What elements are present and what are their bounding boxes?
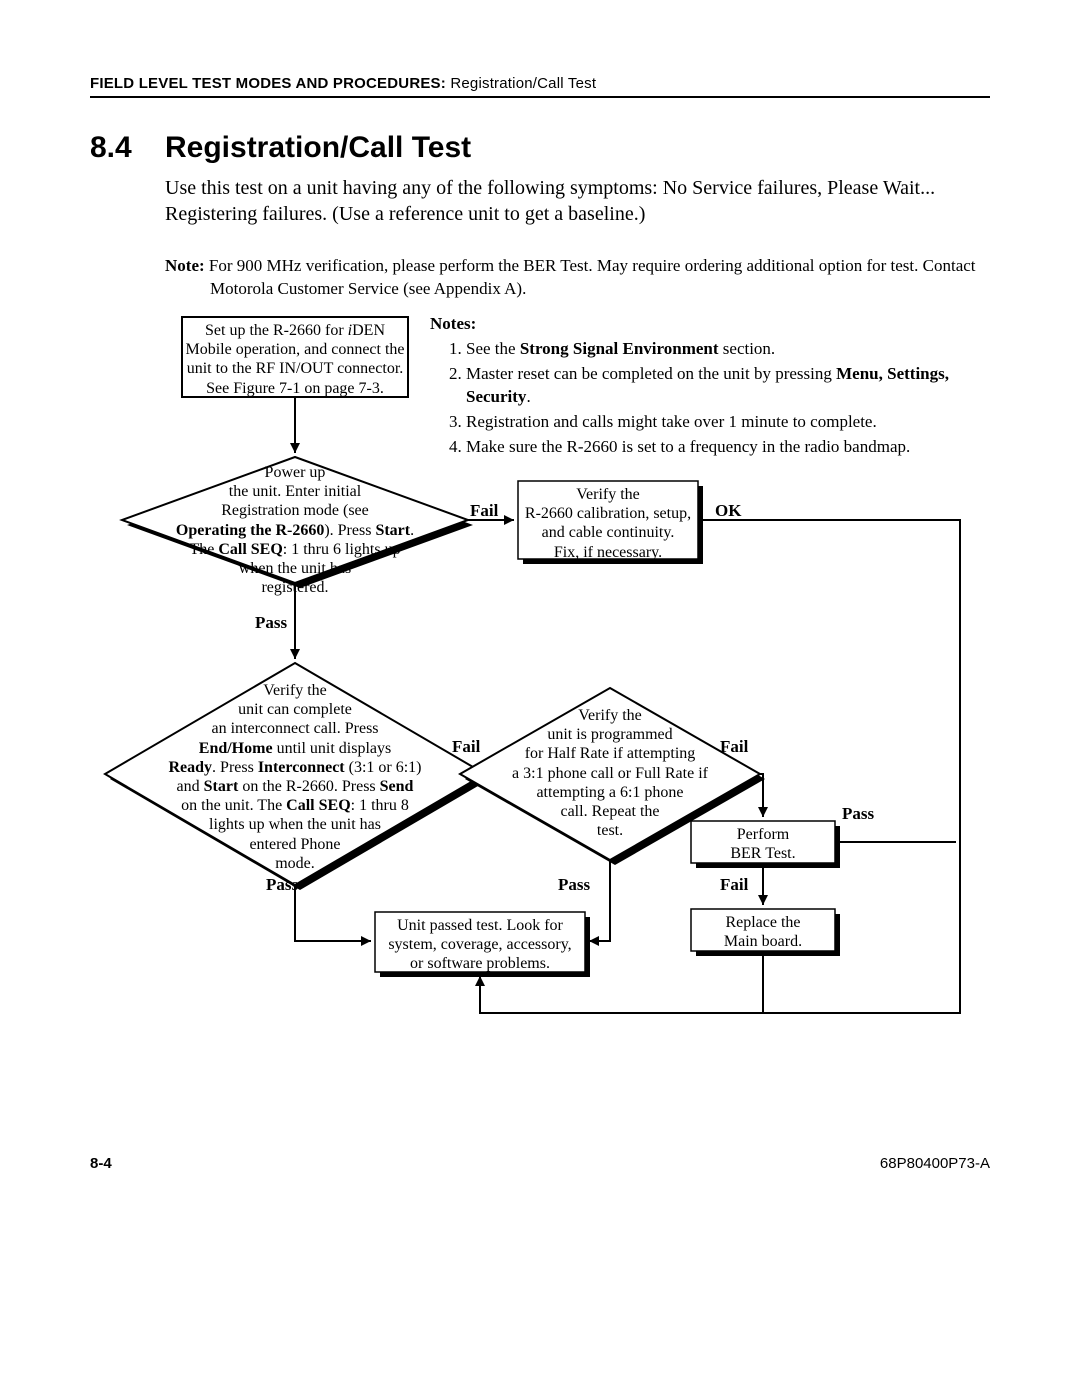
n2c: . bbox=[526, 387, 530, 406]
vc-l3: and cable continuity. bbox=[542, 524, 675, 541]
res-l3: or software problems. bbox=[410, 955, 550, 972]
ber-l1: Perform bbox=[737, 826, 789, 843]
label-fail-d2: Fail bbox=[452, 737, 480, 757]
note-2: Master reset can be completed on the uni… bbox=[466, 363, 980, 409]
d2-l3: an interconnect call. Press bbox=[211, 720, 378, 737]
d2-l6a: and bbox=[177, 778, 204, 795]
d1-l4b: ). Press bbox=[324, 522, 375, 539]
d1-l3: Registration mode (see bbox=[221, 502, 369, 519]
setup-l4: See Figure 7-1 on page 7-3. bbox=[206, 380, 384, 397]
d1-l5b: Call SEQ bbox=[218, 541, 282, 558]
d1-l2: the unit. Enter initial bbox=[229, 483, 361, 500]
label-fail-d3: Fail bbox=[720, 737, 748, 757]
d2-l6c: on the R-2660. Press bbox=[238, 778, 379, 795]
n1a: See the bbox=[466, 339, 520, 358]
label-pass-d1: Pass bbox=[255, 613, 287, 633]
d3-l4: a 3:1 phone call or Full Rate if bbox=[512, 765, 708, 782]
d2-l2: unit can complete bbox=[238, 701, 352, 718]
d2-l8: lights up when the unit has bbox=[209, 816, 381, 833]
n2a: Master reset can be completed on the uni… bbox=[466, 364, 836, 383]
footer-page: 8-4 bbox=[90, 1155, 112, 1172]
d2-l1: Verify the bbox=[263, 682, 327, 699]
rep-l2: Main board. bbox=[724, 933, 802, 950]
d1-l5a: The bbox=[189, 541, 218, 558]
d3-l5: attempting a 6:1 phone bbox=[536, 784, 683, 801]
d2-l10: mode. bbox=[275, 855, 315, 872]
flow-notes: Notes: See the Strong Signal Environment… bbox=[430, 313, 980, 461]
running-head-prefix: FIELD LEVEL TEST MODES AND PROCEDURES: bbox=[90, 75, 450, 92]
notes-heading: Notes: bbox=[430, 314, 476, 333]
d2-l4a: End/Home bbox=[199, 740, 273, 757]
setup-l1: Set up the R-2660 for bbox=[205, 322, 348, 339]
d2-l7b: Call SEQ bbox=[286, 797, 350, 814]
ber-box: Perform BER Test. bbox=[691, 825, 835, 863]
vc-l1: Verify the bbox=[576, 486, 640, 503]
d3-l7: test. bbox=[597, 822, 623, 839]
d2-l5b: . Press bbox=[212, 759, 258, 776]
n1b: Strong Signal Environment bbox=[520, 339, 719, 358]
res-l1: Unit passed test. Look for bbox=[397, 917, 563, 934]
flowchart: Set up the R-2660 for iDEN Mobile operat… bbox=[60, 313, 1020, 1113]
vc-l2: R-2660 calibration, setup, bbox=[525, 505, 691, 522]
label-pass-ber: Pass bbox=[842, 804, 874, 824]
setup-l1-tail: DEN bbox=[352, 322, 385, 339]
running-head-suffix: Registration/Call Test bbox=[450, 75, 596, 92]
setup-l3: unit to the RF IN/OUT connector. bbox=[187, 360, 404, 377]
note-4: Make sure the R-2660 is set to a frequen… bbox=[466, 436, 980, 459]
d1-l1: Power up bbox=[265, 464, 326, 481]
diamond-rate: Verify the unit is programmed for Half R… bbox=[480, 706, 740, 840]
note-1: See the Strong Signal Environment sectio… bbox=[466, 338, 980, 361]
d1-l6: when the unit has bbox=[239, 560, 351, 577]
result-box: Unit passed test. Look for system, cover… bbox=[375, 916, 585, 974]
d2-l7c: : 1 thru 8 bbox=[351, 797, 409, 814]
d2-l9: entered Phone bbox=[249, 836, 340, 853]
running-head: FIELD LEVEL TEST MODES AND PROCEDURES: R… bbox=[90, 75, 990, 92]
d2-l4b: until unit displays bbox=[273, 740, 392, 757]
d1-l4a: Operating the R-2660 bbox=[176, 522, 324, 539]
note-3: Registration and calls might take over 1… bbox=[466, 411, 980, 434]
section-number: 8.4 bbox=[90, 131, 132, 165]
d3-l2: unit is programmed bbox=[547, 726, 672, 743]
d2-l7a: on the unit. The bbox=[181, 797, 286, 814]
d1-l4c: Start bbox=[375, 522, 410, 539]
top-note: Note: For 900 MHz verification, please p… bbox=[165, 255, 985, 301]
label-pass-d3: Pass bbox=[558, 875, 590, 895]
label-ok: OK bbox=[715, 501, 741, 521]
section-title: Registration/Call Test bbox=[165, 131, 471, 165]
d2-l5c: Interconnect bbox=[258, 759, 345, 776]
res-l2: system, coverage, accessory, bbox=[388, 936, 571, 953]
setup-box: Set up the R-2660 for iDEN Mobile operat… bbox=[182, 321, 408, 398]
d3-l3: for Half Rate if attempting bbox=[525, 745, 696, 762]
top-note-text: For 900 MHz verification, please perform… bbox=[209, 256, 976, 298]
d3-l6: call. Repeat the bbox=[560, 803, 659, 820]
diamond-interconnect: Verify the unit can complete an intercon… bbox=[120, 681, 470, 873]
d1-l4d: . bbox=[410, 522, 414, 539]
rep-l1: Replace the bbox=[725, 914, 800, 931]
header-rule bbox=[90, 96, 990, 98]
section-body: Use this test on a unit having any of th… bbox=[165, 175, 985, 227]
vc-l4: Fix, if necessary. bbox=[554, 544, 662, 561]
label-fail-d1: Fail bbox=[470, 501, 498, 521]
d2-l6d: Send bbox=[380, 778, 414, 795]
footer-docid: 68P80400P73-A bbox=[880, 1155, 990, 1172]
replace-box: Replace the Main board. bbox=[691, 913, 835, 951]
ber-l2: BER Test. bbox=[730, 845, 795, 862]
d2-l6b: Start bbox=[204, 778, 239, 795]
diamond-register: Power up the unit. Enter initial Registr… bbox=[145, 463, 445, 597]
top-note-label: Note: bbox=[165, 256, 205, 275]
n1c: section. bbox=[719, 339, 776, 358]
label-pass-d2: Pass bbox=[266, 875, 298, 895]
d3-l1: Verify the bbox=[578, 707, 642, 724]
setup-l2: Mobile operation, and connect the bbox=[185, 341, 404, 358]
verify-cal-box: Verify the R-2660 calibration, setup, an… bbox=[518, 485, 698, 562]
d1-l5c: : 1 thru 6 lights up bbox=[283, 541, 401, 558]
d1-l7: registered. bbox=[261, 579, 328, 596]
d2-l5a: Ready bbox=[168, 759, 212, 776]
d2-l5d: (3:1 or 6:1) bbox=[345, 759, 422, 776]
label-fail-ber: Fail bbox=[720, 875, 748, 895]
